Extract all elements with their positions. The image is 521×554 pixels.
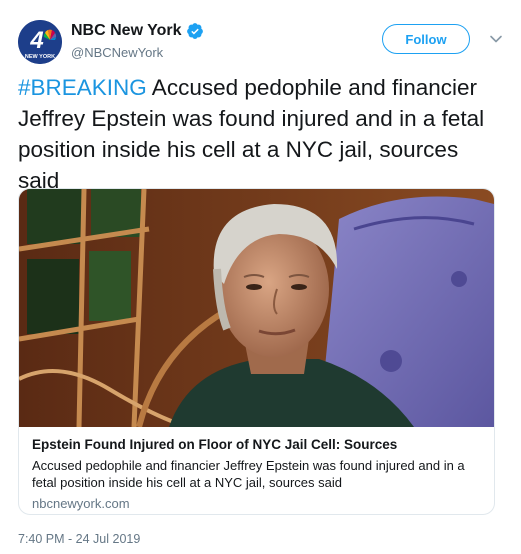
display-name[interactable]: NBC New York [71, 22, 182, 40]
chevron-down-icon[interactable] [489, 32, 503, 46]
avatar[interactable]: 4 NEW YORK [18, 20, 62, 64]
card-domain: nbcnewyork.com [32, 496, 130, 511]
tweet-text: #BREAKING Accused pedophile and financie… [18, 72, 503, 196]
tweet-header: 4 NEW YORK NBC New York @NBCNewYork Foll [18, 14, 503, 64]
link-card[interactable]: Epstein Found Injured on Floor of NYC Ja… [18, 188, 495, 515]
hashtag-link[interactable]: #BREAKING [18, 75, 147, 100]
handle[interactable]: @NBCNewYork [71, 45, 163, 60]
timestamp[interactable]: 7:40 PM - 24 Jul 2019 [18, 532, 140, 546]
follow-button[interactable]: Follow [382, 24, 470, 54]
card-description: Accused pedophile and financier Jeffrey … [32, 458, 465, 490]
card-photo-image[interactable] [19, 189, 494, 427]
nbc-4-logo-icon: 4 NEW YORK [18, 20, 62, 64]
verified-badge-icon [186, 23, 203, 39]
svg-text:4: 4 [29, 27, 43, 54]
card-text: Epstein Found Injured on Floor of NYC Ja… [32, 436, 484, 511]
svg-text:NEW YORK: NEW YORK [25, 54, 55, 60]
name-row: NBC New York [71, 22, 204, 40]
card-title[interactable]: Epstein Found Injured on Floor of NYC Ja… [32, 436, 484, 454]
tweet: 4 NEW YORK NBC New York @NBCNewYork Foll [0, 0, 521, 554]
